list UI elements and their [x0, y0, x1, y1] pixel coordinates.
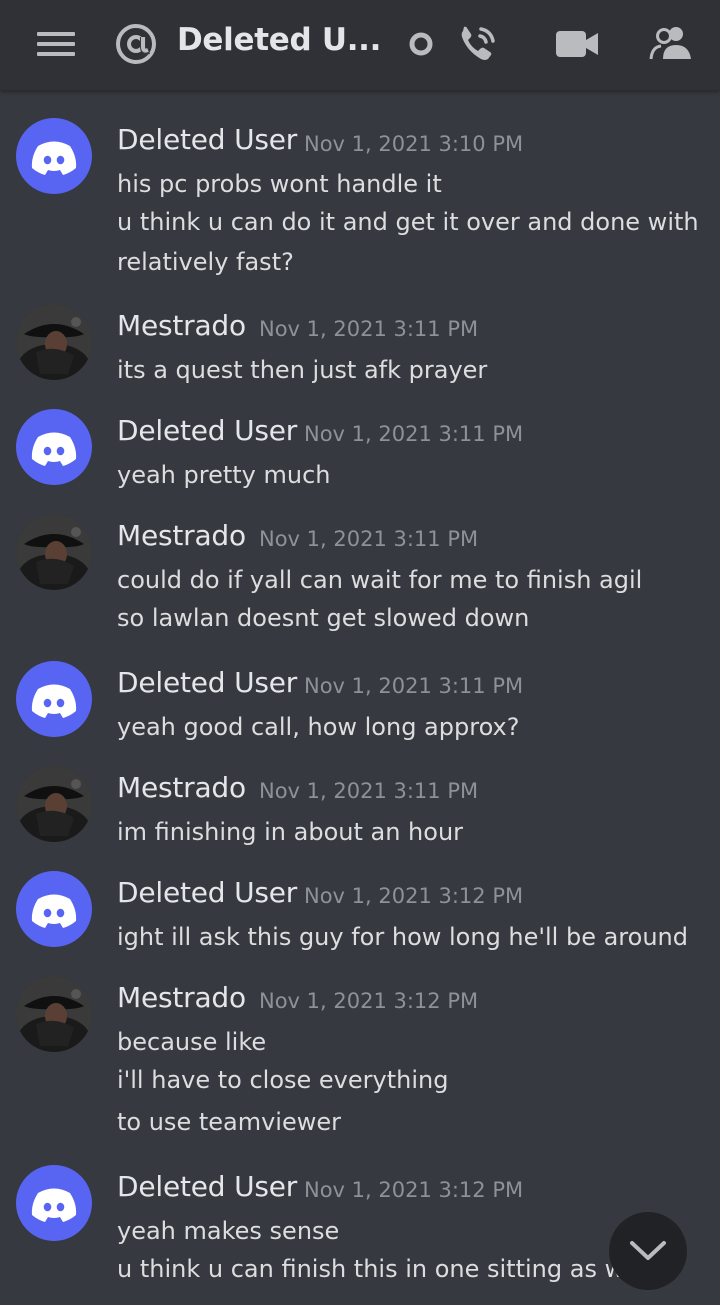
message-text: yeah good call, how long approx?	[117, 713, 520, 741]
message-text: so lawlan doesnt get slowed down	[117, 604, 530, 632]
message-text: u think u can do it and get it over and …	[117, 208, 699, 236]
jump-to-bottom-button[interactable]	[609, 1212, 687, 1290]
phone-call-icon[interactable]	[456, 22, 502, 66]
avatar[interactable]	[16, 1165, 92, 1241]
chat-screen: Deleted U... Deleted User Nov 1, 2021 3:…	[0, 0, 720, 1305]
avatar[interactable]	[16, 514, 92, 590]
message-text: relatively fast?	[117, 248, 294, 276]
message-timestamp: Nov 1, 2021 3:11 PM	[259, 779, 479, 803]
message-text: u think u can finish this in one sitting…	[117, 1255, 637, 1283]
message-author[interactable]: Deleted User	[117, 1170, 297, 1203]
message-text: could do if yall can wait for me to fini…	[117, 566, 643, 594]
avatar[interactable]	[16, 409, 92, 485]
message-author[interactable]: Mestrado	[117, 519, 246, 552]
avatar[interactable]	[16, 871, 92, 947]
message-text: his pc probs wont handle it	[117, 170, 442, 198]
message-timestamp: Nov 1, 2021 3:12 PM	[304, 884, 524, 908]
message-text: im finishing in about an hour	[117, 818, 464, 846]
message-text: yeah pretty much	[117, 461, 331, 489]
message-author[interactable]: Mestrado	[117, 309, 246, 342]
message-timestamp: Nov 1, 2021 3:11 PM	[304, 674, 524, 698]
message-author[interactable]: Mestrado	[117, 981, 246, 1014]
avatar[interactable]	[16, 766, 92, 842]
menu-icon[interactable]	[36, 28, 76, 60]
at-icon	[114, 22, 158, 66]
message-text: its a quest then just afk prayer	[117, 356, 488, 384]
message-author[interactable]: Deleted User	[117, 666, 297, 699]
status-ring-icon	[407, 30, 435, 58]
message-author[interactable]: Deleted User	[117, 414, 297, 447]
message-list[interactable]: Deleted User Nov 1, 2021 3:10 PM his pc …	[0, 90, 720, 1305]
message-text: ight ill ask this guy for how long he'll…	[117, 923, 688, 951]
message-text: yeah makes sense	[117, 1217, 340, 1245]
avatar[interactable]	[16, 118, 92, 194]
message-text: i'll have to close everything	[117, 1066, 449, 1094]
message-author[interactable]: Deleted User	[117, 123, 297, 156]
message-timestamp: Nov 1, 2021 3:11 PM	[259, 317, 479, 341]
channel-title[interactable]: Deleted U...	[177, 22, 381, 58]
avatar[interactable]	[16, 304, 92, 380]
video-camera-icon[interactable]	[554, 26, 600, 62]
message-timestamp: Nov 1, 2021 3:12 PM	[259, 989, 479, 1013]
members-icon[interactable]	[648, 22, 694, 64]
avatar[interactable]	[16, 976, 92, 1052]
message-text: because like	[117, 1028, 267, 1056]
message-timestamp: Nov 1, 2021 3:12 PM	[304, 1178, 524, 1202]
message-timestamp: Nov 1, 2021 3:10 PM	[304, 132, 524, 156]
message-author[interactable]: Mestrado	[117, 771, 246, 804]
message-timestamp: Nov 1, 2021 3:11 PM	[259, 527, 479, 551]
message-timestamp: Nov 1, 2021 3:11 PM	[304, 422, 524, 446]
message-text: to use teamviewer	[117, 1108, 341, 1136]
message-author[interactable]: Deleted User	[117, 876, 297, 909]
channel-header: Deleted U...	[0, 0, 720, 90]
chevron-down-icon	[629, 1239, 667, 1263]
avatar[interactable]	[16, 661, 92, 737]
